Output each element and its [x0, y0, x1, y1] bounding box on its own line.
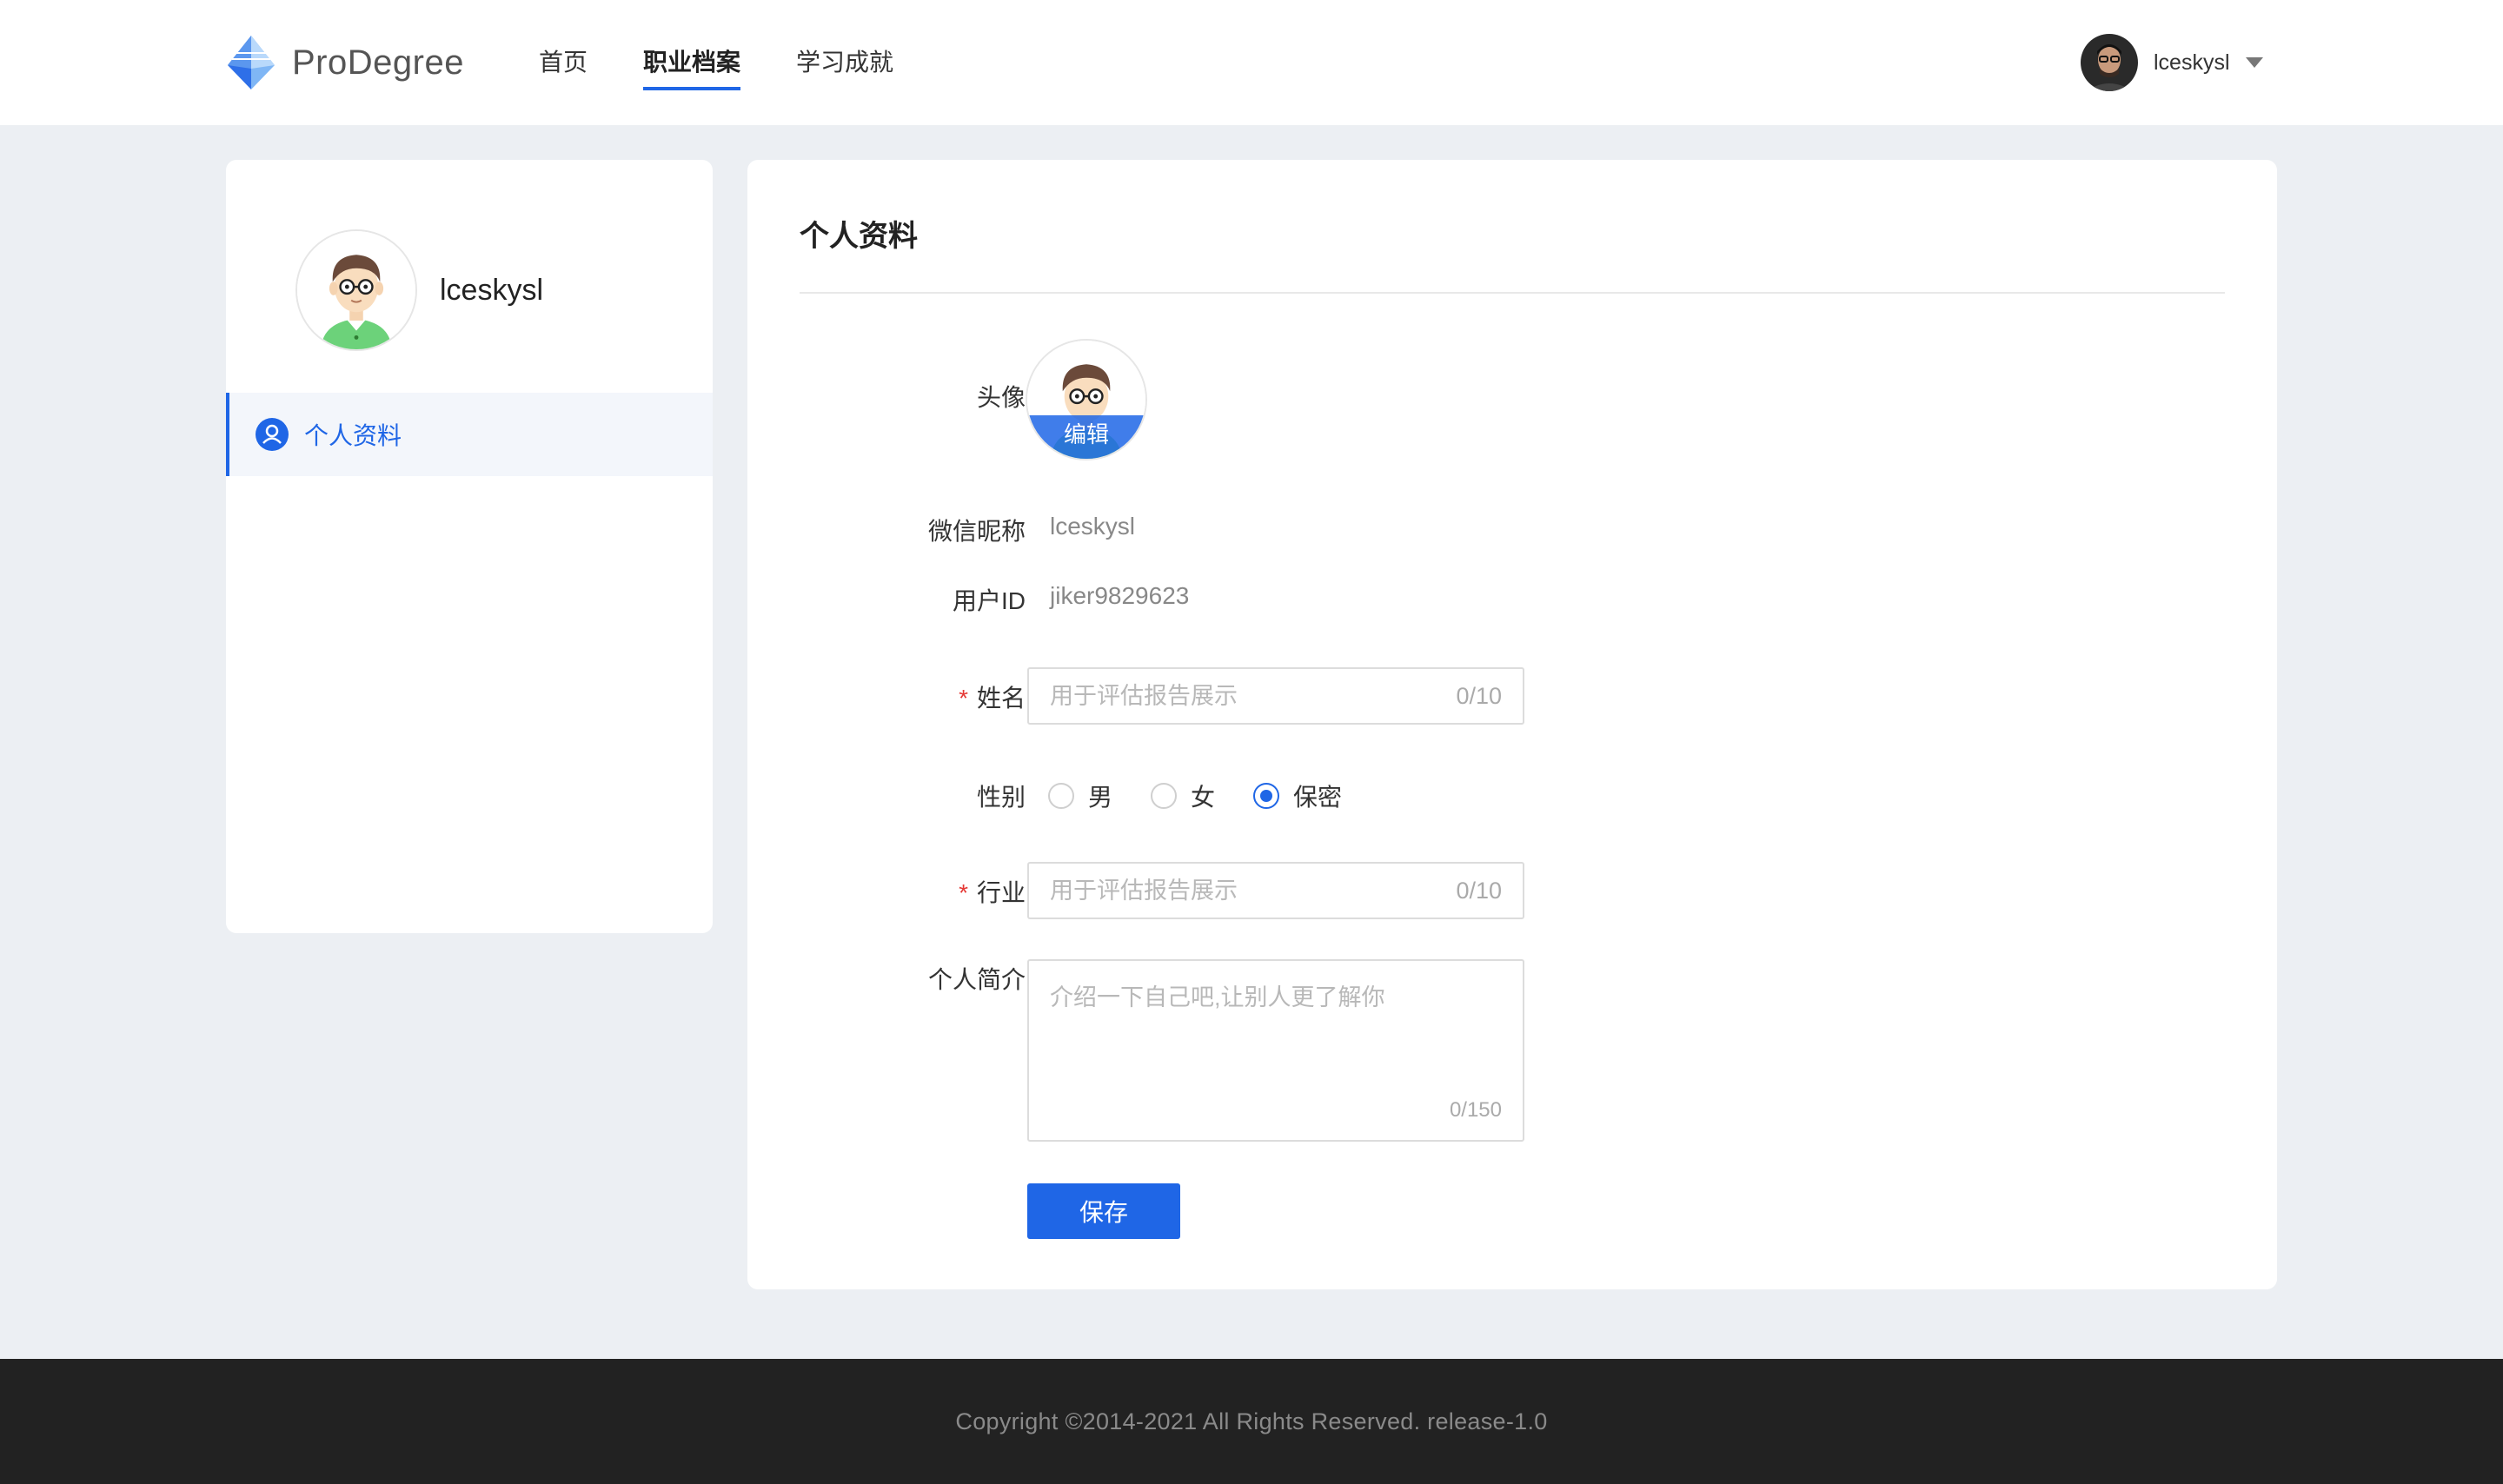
bio-textarea[interactable]	[1029, 961, 1523, 1100]
save-button[interactable]: 保存	[1027, 1183, 1180, 1239]
required-mark: *	[959, 685, 968, 712]
bio-label: 个人简介	[927, 966, 1026, 993]
industry-label: * 行业	[959, 874, 1026, 909]
industry-label-text: 行业	[976, 879, 1026, 906]
gender-option-female[interactable]: 女	[1151, 778, 1215, 813]
sidebar-item-label: 个人资料	[304, 422, 402, 449]
gender-option-private[interactable]: 保密	[1253, 778, 1342, 813]
title-divider	[800, 292, 2225, 294]
sidebar: lceskysl 个人资料	[226, 160, 713, 933]
user-icon	[256, 418, 289, 451]
prodegree-logo-icon	[228, 36, 275, 89]
avatar-editor[interactable]: 编辑	[1026, 339, 1147, 460]
required-mark: *	[959, 879, 968, 906]
name-field[interactable]: 0/10	[1027, 667, 1524, 725]
brand-name: ProDegree	[292, 43, 464, 82]
name-input[interactable]	[1029, 669, 1437, 723]
sidebar-username: lceskysl	[440, 273, 544, 307]
gender-female-label: 女	[1191, 784, 1216, 811]
industry-field[interactable]: 0/10	[1027, 862, 1524, 919]
copyright-text: Copyright ©2014-2021 All Rights Reserved…	[955, 1408, 1548, 1434]
nav-home[interactable]: 首页	[539, 0, 588, 125]
gender-label: 性别	[976, 784, 1026, 811]
gender-male-label: 男	[1088, 784, 1113, 811]
footer: Copyright ©2014-2021 All Rights Reserved…	[0, 1359, 2503, 1484]
bio-field[interactable]: 0/150	[1027, 959, 1524, 1142]
nav-career-profile[interactable]: 职业档案	[643, 0, 741, 125]
gender-radio-group: 男 女 保密	[1048, 778, 1380, 813]
name-char-counter: 0/10	[1456, 683, 1502, 709]
avatar-edit-label[interactable]: 编辑	[1027, 417, 1145, 449]
name-label: * 姓名	[959, 679, 1026, 714]
bio-char-counter: 0/150	[1449, 1098, 1502, 1122]
sidebar-profile: lceskysl	[295, 229, 543, 351]
industry-char-counter: 0/10	[1456, 878, 1502, 904]
user-menu[interactable]: lceskysl	[2081, 33, 2263, 92]
header-avatar[interactable]	[2081, 34, 2138, 91]
user-id-value: jiker9829623	[1050, 582, 1190, 609]
profile-panel: 个人资料 头像 编辑 微信昵称 lceskysl 用户ID jiker98296…	[747, 160, 2277, 1289]
header-username: lceskysl	[2154, 50, 2230, 75]
page-title: 个人资料	[800, 220, 918, 253]
sidebar-avatar	[295, 229, 417, 351]
user-id-label: 用户ID	[952, 587, 1026, 614]
radio-female[interactable]	[1151, 783, 1178, 809]
main-nav: 首页 职业档案 学习成就	[539, 0, 949, 125]
wechat-nickname-label: 微信昵称	[927, 518, 1026, 545]
industry-input[interactable]	[1029, 864, 1437, 918]
top-header: ProDegree 首页 职业档案 学习成就 lceskysl	[0, 0, 2503, 125]
radio-private[interactable]	[1253, 783, 1280, 809]
wechat-nickname-value: lceskysl	[1050, 513, 1136, 540]
gender-private-label: 保密	[1293, 784, 1343, 811]
avatar-label: 头像	[976, 384, 1026, 411]
nav-achievements[interactable]: 学习成就	[796, 0, 893, 125]
name-label-text: 姓名	[976, 685, 1026, 712]
sidebar-item-profile[interactable]: 个人资料	[226, 393, 713, 476]
chevron-down-icon[interactable]	[2245, 57, 2263, 68]
radio-male[interactable]	[1048, 783, 1074, 809]
gender-option-male[interactable]: 男	[1048, 778, 1112, 813]
brand-logo[interactable]: ProDegree	[224, 33, 464, 92]
